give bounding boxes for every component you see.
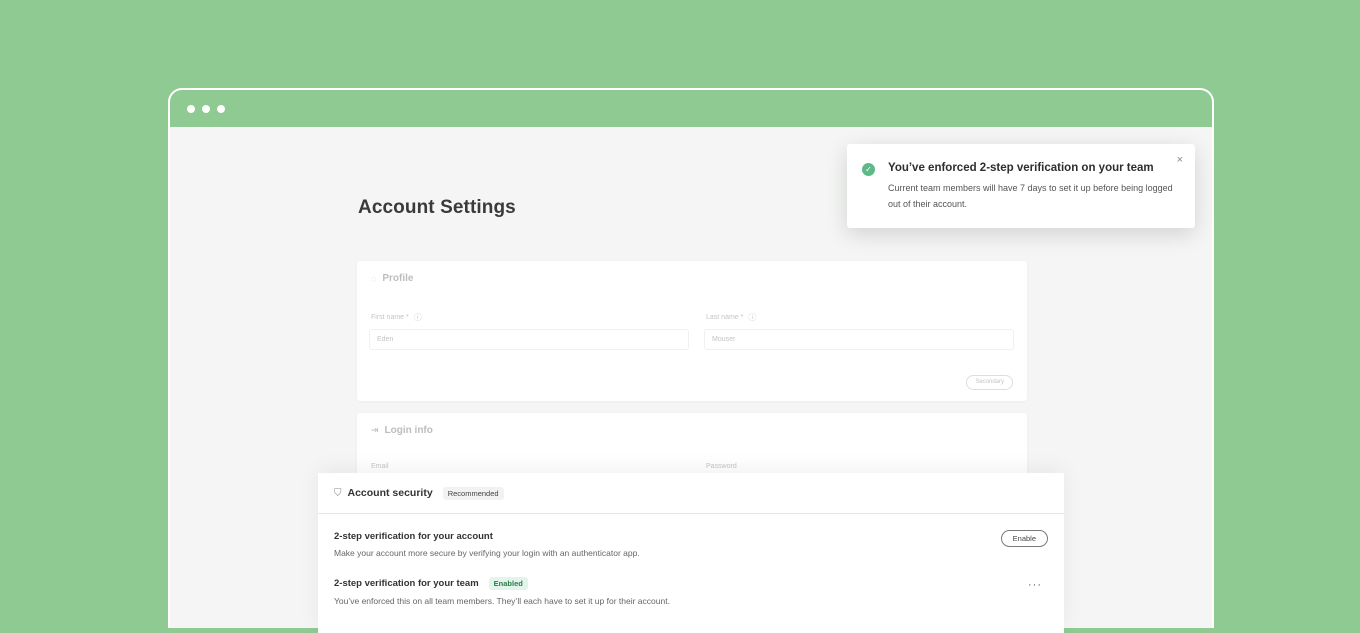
login-icon: ⇥ bbox=[371, 425, 379, 435]
first-name-label: First name * ⓘ bbox=[371, 312, 422, 323]
help-icon[interactable]: ⓘ bbox=[748, 312, 756, 323]
first-name-field[interactable]: Eden bbox=[369, 329, 689, 350]
email-label: Email bbox=[371, 463, 389, 470]
last-name-field[interactable]: Mouser bbox=[704, 329, 1014, 350]
user-icon: ◌ bbox=[371, 273, 377, 284]
window-dot-icon bbox=[202, 104, 210, 113]
account-2fa-title: 2-step verification for your account bbox=[334, 531, 493, 542]
close-icon[interactable]: × bbox=[1177, 154, 1183, 166]
login-title: Login info bbox=[384, 425, 433, 436]
recommended-badge: Recommended bbox=[442, 486, 504, 500]
profile-card-header: ◌ Profile bbox=[371, 273, 413, 284]
profile-card: ◌ Profile First name * ⓘ Eden Last name … bbox=[357, 261, 1027, 401]
success-toast: ✓ You’ve enforced 2-step verification on… bbox=[847, 144, 1195, 228]
enabled-badge: Enabled bbox=[488, 577, 528, 590]
page-title: Account Settings bbox=[358, 197, 516, 218]
check-circle-icon: ✓ bbox=[862, 163, 875, 176]
more-options-icon[interactable]: ··· bbox=[1028, 579, 1042, 591]
toast-body: Current team members will have 7 days to… bbox=[888, 183, 1173, 209]
account-security-header: ⛉ Account security Recommended bbox=[318, 473, 1064, 514]
enable-button[interactable]: Enable bbox=[1000, 530, 1048, 547]
window-dot-icon bbox=[217, 104, 225, 113]
account-2fa-description: Make your account more secure by verifyi… bbox=[334, 548, 640, 558]
shield-icon: ⛉ bbox=[334, 487, 342, 499]
secondary-button[interactable]: Secondary bbox=[966, 375, 1013, 390]
account-security-card: ⛉ Account security Recommended 2-step ve… bbox=[318, 473, 1064, 633]
profile-title: Profile bbox=[382, 273, 414, 284]
last-name-label: Last name * ⓘ bbox=[706, 312, 757, 323]
window-dot-icon bbox=[187, 104, 195, 113]
window-titlebar bbox=[170, 90, 1212, 127]
team-2fa-description: You’ve enforced this on all team members… bbox=[334, 596, 670, 606]
help-icon[interactable]: ⓘ bbox=[414, 312, 422, 323]
password-label: Password bbox=[706, 463, 737, 470]
login-card-header: ⇥ Login info bbox=[371, 425, 433, 436]
team-2fa-title: 2-step verification for your team Enable… bbox=[334, 577, 528, 590]
account-security-title: Account security bbox=[347, 487, 433, 499]
toast-title: You’ve enforced 2-step verification on y… bbox=[888, 162, 1154, 174]
